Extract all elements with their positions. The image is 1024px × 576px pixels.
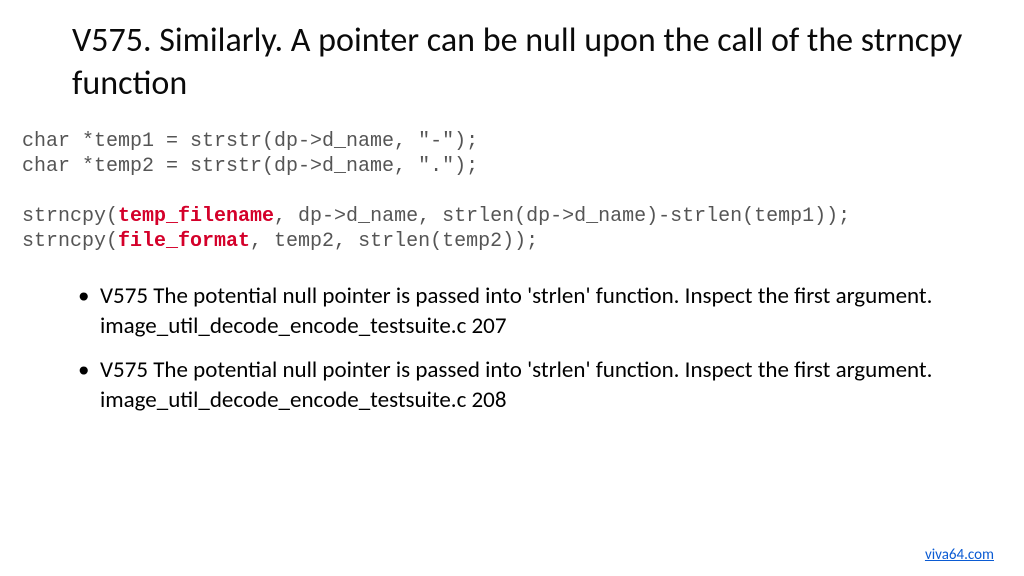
code-line-2: char *temp2 = strstr(dp->d_name, "."); <box>22 155 478 178</box>
code-line-3-post: , dp->d_name, strlen(dp->d_name)-strlen(… <box>274 205 850 228</box>
footer-link[interactable]: viva64.com <box>925 546 994 564</box>
code-line-3-highlight: temp_filename <box>118 205 274 228</box>
list-item: V575 The potential null pointer is passe… <box>72 356 964 416</box>
code-line-4-pre: strncpy( <box>22 230 118 253</box>
code-line-1: char *temp1 = strstr(dp->d_name, "-"); <box>22 130 478 153</box>
slide: V575. Similarly. A pointer can be null u… <box>0 0 1024 576</box>
bullet-list: V575 The potential null pointer is passe… <box>72 282 964 416</box>
code-block: char *temp1 = strstr(dp->d_name, "-"); c… <box>22 129 1004 254</box>
code-line-3-pre: strncpy( <box>22 205 118 228</box>
slide-title: V575. Similarly. A pointer can be null u… <box>72 20 964 105</box>
code-line-4-post: , temp2, strlen(temp2)); <box>250 230 538 253</box>
list-item: V575 The potential null pointer is passe… <box>72 282 964 342</box>
code-line-4-highlight: file_format <box>118 230 250 253</box>
